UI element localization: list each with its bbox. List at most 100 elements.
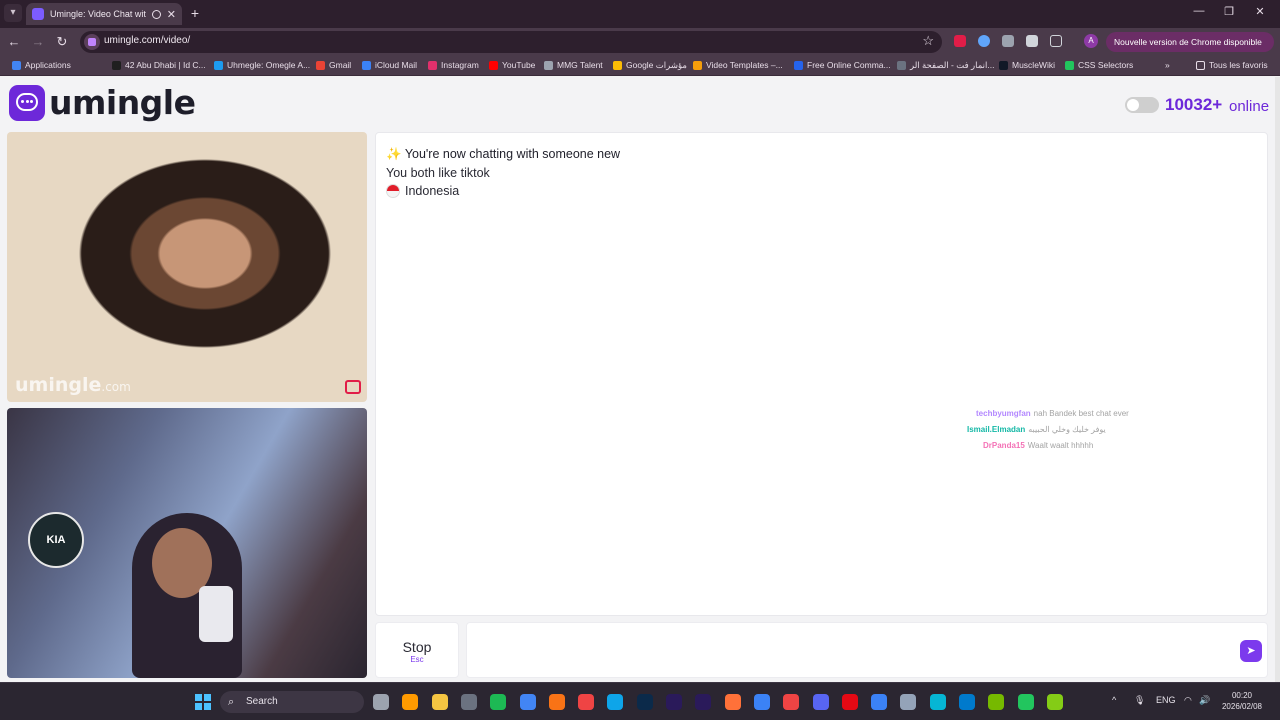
firefox-icon[interactable] [724,694,741,710]
bookmark-label: MuscleWiki [1012,60,1055,70]
photoshop-icon[interactable] [636,694,653,710]
active-tab[interactable]: Umingle: Video Chat with S ✕ [26,3,182,25]
bookmark-favicon-icon [12,60,21,70]
chat-status-message: ✨ You're now chatting with someone new [386,147,620,162]
close-window-button[interactable]: ✕ [1252,5,1268,18]
extension-grid-icon[interactable] [1002,35,1014,47]
bookmark-item[interactable]: Video Templates –... [693,60,783,70]
bookmark-item[interactable]: Free Online Comma... [794,60,891,70]
netflix-icon[interactable] [841,694,858,710]
bookmark-item[interactable]: انمار فت - الصفحة الر... [897,60,994,71]
bookmark-favicon-icon [362,60,371,70]
system-clock[interactable]: 00:20 2026/02/08 [1219,690,1265,712]
xbox-icon[interactable] [1017,694,1034,710]
file-explorer-icon[interactable] [431,694,448,710]
tab-search-button[interactable]: ▾ [4,4,22,22]
bookmark-item[interactable]: Google مؤشرات [613,60,687,71]
bookmark-favicon-icon [316,60,325,70]
spotify-icon[interactable] [490,694,507,710]
url-text: umingle.com/video/ [104,35,191,46]
microphone-icon[interactable]: 🎙 [1134,695,1145,706]
bookmark-item[interactable]: Instagram [428,60,479,70]
theme-toggle[interactable] [1125,97,1159,113]
edge-dev-icon[interactable] [929,694,946,710]
bookmark-item[interactable]: iCloud Mail [362,60,417,70]
site-info-icon[interactable] [84,34,100,50]
wifi-icon[interactable]: ◠ [1184,695,1192,706]
tray-chevron-icon[interactable]: ^ [1112,695,1116,705]
bookmark-label: YouTube [502,60,536,70]
address-bar[interactable]: umingle.com/video/ ☆ [80,31,942,53]
message-input[interactable] [466,622,1268,678]
chrome-icon[interactable] [519,694,536,710]
ticker-username: Ismail.Elmadan [967,425,1026,434]
umingle-logo-text[interactable]: umingle [49,83,196,122]
ticker-message: DrPanda15 Waalt waalt hhhhh [983,441,1093,450]
opera-icon[interactable] [578,694,595,710]
maximize-button[interactable]: ❐ [1221,5,1237,18]
reload-button[interactable]: ↻ [54,34,70,50]
search-label: Search [246,696,278,707]
bookmark-favicon-icon [999,60,1008,70]
back-button[interactable]: ← [6,34,22,49]
settings-icon[interactable] [460,694,477,710]
stop-button[interactable]: Stop Esc [375,622,459,678]
bookmark-item[interactable]: Applications [12,60,71,70]
task-view-icon[interactable] [373,694,389,710]
bookmark-item[interactable]: 42 Abu Dhabi | Id C... [112,60,206,70]
all-bookmarks-button[interactable]: Tous les favoris [1196,60,1268,70]
extensions-puzzle-icon[interactable] [1050,35,1062,47]
steam-app-icon[interactable] [871,694,888,710]
ticker-text: Waalt waalt hhhhh [1027,441,1094,450]
taskbar-search[interactable]: ⌕ Search [220,691,364,713]
bookmark-label: CSS Selectors [1078,60,1134,70]
after-effects-icon[interactable] [666,694,682,710]
bookmarks-overflow-button[interactable]: » [1165,60,1170,70]
vscode-icon[interactable] [959,694,975,710]
bookmark-label: iCloud Mail [375,60,418,70]
edge-icon[interactable] [607,694,624,710]
close-tab-icon[interactable]: ✕ [167,8,176,21]
forward-button[interactable]: → [30,34,46,49]
terminal-icon[interactable] [1046,694,1063,710]
windows-start-icon[interactable] [195,694,211,710]
bookmark-item[interactable]: MMG Talent [544,60,603,70]
bookmark-star-icon[interactable]: ☆ [922,33,934,49]
remote-desktop-icon[interactable] [753,694,770,710]
premiere-icon[interactable] [695,694,712,710]
new-tab-button[interactable]: + [188,5,202,21]
language-indicator[interactable]: ENG [1156,695,1176,705]
bookmark-label: Applications [25,60,71,70]
bookmark-label: 42 Abu Dhabi | Id C... [125,60,206,70]
clock-date: 2026/02/08 [1221,702,1263,711]
extension-circle-icon[interactable] [978,35,990,47]
ticker-username: DrPanda15 [983,441,1025,450]
bookmark-favicon-icon [794,60,803,70]
minimize-button[interactable]: — [1191,5,1207,17]
bookmark-item[interactable]: MuscleWiki [999,60,1055,70]
profile-avatar[interactable]: A [1084,34,1098,48]
extension-record-icon[interactable] [954,35,966,47]
bookmark-item[interactable]: CSS Selectors [1065,60,1133,70]
audio-playing-icon[interactable] [151,9,161,19]
discord-icon[interactable] [812,694,829,710]
indonesia-flag-icon [386,184,400,198]
bookmark-item[interactable]: Gmail [316,60,351,70]
illustrator-icon[interactable] [402,694,419,710]
fl-studio-icon[interactable] [548,694,565,710]
bookmark-item[interactable]: YouTube [489,60,535,70]
umingle-logo-icon[interactable] [9,85,45,121]
extension-s-icon[interactable] [1026,35,1038,47]
page-scrollbar[interactable] [1275,77,1280,682]
bookmark-item[interactable]: Uhmegle: Omegle A... [214,60,310,70]
anydesk-icon[interactable] [783,694,800,710]
send-button[interactable]: ➤ [1240,640,1262,662]
report-flag-icon[interactable] [345,380,361,394]
phone-image [199,586,233,642]
ticker-text: nah Bandek best chat ever [1033,409,1129,418]
mountain-app-icon[interactable] [900,694,917,710]
chrome-update-button[interactable]: Nouvelle version de Chrome disponible ⋮ [1106,32,1274,67]
nvidia-icon[interactable] [988,694,1005,710]
volume-icon[interactable]: 🔊 [1199,695,1210,706]
channel-logo-badge: KIA [28,512,84,568]
